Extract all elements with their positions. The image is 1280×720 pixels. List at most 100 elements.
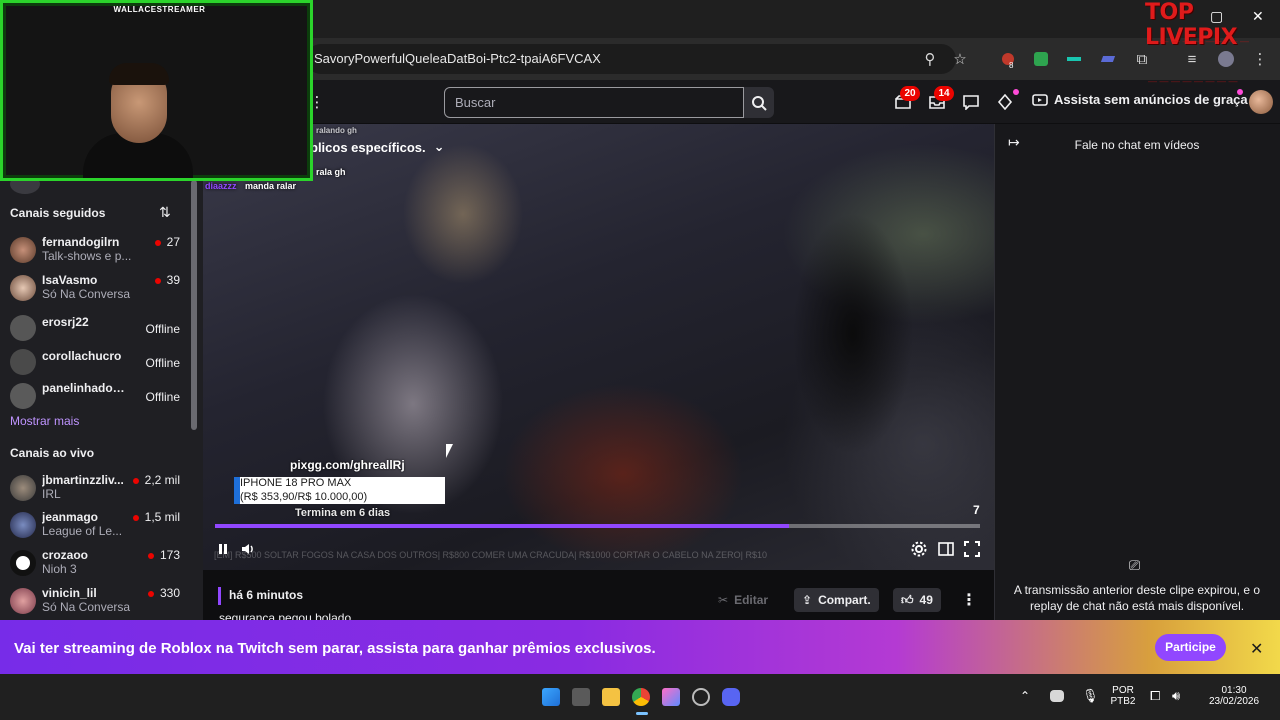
sidebar-item-jeanmago[interactable]: jeanmago League of Le... 1,5 mil: [10, 510, 190, 542]
webcam-overlay: WALLACESTREAMER: [0, 0, 313, 181]
viewer-count: 39: [154, 273, 180, 287]
like-button[interactable]: 👍︎ 49: [893, 588, 941, 612]
discord-icon[interactable]: [722, 688, 740, 706]
settings-button[interactable]: [910, 540, 928, 558]
profile-icon[interactable]: [1216, 49, 1236, 69]
followed-channels-heading: Canais seguidos: [10, 206, 106, 220]
player-counter: 7: [973, 503, 980, 517]
tray-chevron-up-icon[interactable]: ⌃: [1020, 689, 1030, 703]
offline-status: Offline: [145, 356, 180, 370]
pix-goal-deadline: Termina em 6 dias: [295, 507, 391, 519]
search-input[interactable]: Buscar: [444, 87, 744, 118]
avatar: [10, 275, 36, 301]
extension-blue-icon[interactable]: [1098, 49, 1118, 69]
sidebar-item-jbmartinzz[interactable]: jbmartinzzliv... IRL 2,2 mil: [10, 473, 190, 505]
browser-menu-icon[interactable]: ⋮: [1250, 49, 1270, 69]
channel-name: crozaoo: [42, 548, 89, 562]
edit-button[interactable]: ✂ Editar: [710, 588, 776, 612]
sidebar-item-erosrj22[interactable]: erosrj22 Offline: [10, 313, 190, 345]
channel-name: jeanmago: [42, 510, 99, 524]
notifications-badge: 20: [900, 86, 920, 101]
zoom-icon[interactable]: ⚲: [920, 49, 940, 69]
windows-start-icon[interactable]: [542, 688, 560, 706]
sidebar-item-vinicin-lil[interactable]: vinicin_lil Só Na Conversa 330: [10, 586, 190, 618]
ad-free-dot: [1237, 89, 1243, 95]
keyboard-language[interactable]: POR PTB2: [1108, 685, 1138, 707]
avatar: [10, 349, 36, 375]
video-progress-bar[interactable]: [215, 524, 980, 528]
accent-bar: [218, 587, 221, 605]
offline-status: Offline: [145, 322, 180, 336]
viewer-count: 2,2 mil: [132, 473, 180, 487]
microphone-icon[interactable]: 🎙︎: [1082, 688, 1099, 704]
chrome-taskbar-icon[interactable]: [632, 688, 650, 706]
participate-button[interactable]: Participe: [1155, 634, 1226, 661]
address-bar-url: SavoryPowerfulQueleaDatBoi-Ptc2-tpaiA6FV…: [314, 51, 601, 66]
clock[interactable]: 01:30 23/02/2026: [1198, 685, 1270, 707]
crown-diamond-icon[interactable]: [994, 92, 1016, 112]
extension-red-icon[interactable]: [998, 49, 1018, 69]
theatre-mode-button[interactable]: [937, 540, 955, 558]
mouse-cursor-icon: [446, 444, 453, 458]
reading-list-icon[interactable]: ≡: [1182, 49, 1202, 69]
sidebar-item-crozaoo[interactable]: crozaoo Nioh 3 173: [10, 548, 190, 580]
ad-free-button[interactable]: Assista sem anúncios de graça: [1032, 92, 1248, 107]
chat-overlay-line: rala gh: [316, 167, 346, 177]
audience-filter-dropdown[interactable]: blicos específicos. ⌄: [310, 139, 445, 155]
chat-overlay-message: diaazzz manda ralar: [205, 181, 297, 191]
sort-arrows-icon[interactable]: ⇅: [159, 204, 171, 221]
channel-category: Só Na Conversa: [42, 287, 131, 301]
task-view-icon[interactable]: [572, 688, 590, 706]
sidebar-item-fernandogilrn[interactable]: fernandogilrn Talk-shows e p... 27: [10, 235, 190, 267]
file-explorer-icon[interactable]: [602, 688, 620, 706]
close-icon[interactable]: ✕: [1250, 639, 1263, 659]
viewer-count: 173: [147, 548, 180, 562]
show-more-link[interactable]: Mostrar mais: [10, 414, 79, 428]
user-avatar[interactable]: [1249, 90, 1273, 114]
chat-overlay-user: diaazzz: [205, 181, 237, 191]
sidebar-scrollbar[interactable]: [191, 180, 197, 430]
whispers-icon[interactable]: [960, 92, 982, 112]
more-vertical-icon: ⋮: [961, 592, 977, 609]
share-button[interactable]: ⇪ Compart.: [794, 588, 879, 612]
channel-name: erosrj22: [42, 315, 89, 329]
extension-green-icon[interactable]: [1031, 49, 1051, 69]
tv-icon: [1032, 93, 1048, 106]
live-indicator: [154, 239, 161, 246]
channel-category: Só Na Conversa: [42, 600, 131, 614]
donation-ticker: [EM] R$500 SOLTAR FOGOS NA CASA DOS OUTR…: [214, 550, 767, 560]
speaker-icon[interactable]: 🔊︎: [1172, 688, 1180, 704]
more-options-button[interactable]: ⋮: [953, 588, 985, 612]
copilot-icon[interactable]: [662, 688, 680, 706]
sidebar-item-panelinhadosa[interactable]: panelinhadosa... Offline: [10, 381, 190, 413]
channel-name: panelinhadosa...: [42, 381, 130, 395]
sidebar-item-corollachucro[interactable]: corollachucro Offline: [10, 347, 190, 379]
audience-filter-label: blicos específicos.: [310, 139, 426, 155]
fullscreen-button[interactable]: [963, 540, 981, 558]
chat-expired-message: A transmissão anterior deste clipe expir…: [1013, 583, 1261, 613]
channel-name: corollachucro: [42, 349, 122, 363]
avatar: [10, 237, 36, 263]
search-button[interactable]: [744, 87, 774, 118]
channel-category: Talk-shows e p...: [42, 249, 132, 263]
bookmark-star-icon[interactable]: ☆: [950, 49, 970, 69]
viewer-count: 330: [147, 586, 180, 600]
avatar: [10, 315, 36, 341]
clip-time-ago: há 6 minutos: [229, 588, 304, 602]
livepix-faint-line: — — — — — — — —: [1148, 76, 1238, 86]
pause-icon: [219, 544, 227, 554]
volume-button[interactable]: [240, 540, 258, 558]
tray-cloud-icon[interactable]: [1050, 690, 1064, 702]
viewer-count: 1,5 mil: [132, 510, 180, 524]
extension-teal-icon[interactable]: [1064, 49, 1084, 69]
live-indicator: [132, 514, 139, 521]
volume-icon: [242, 544, 253, 554]
avatar: [10, 383, 36, 409]
channel-category: Nioh 3: [42, 562, 77, 576]
sidebar-item-isavasmo[interactable]: IsaVasmo Só Na Conversa 39: [10, 273, 190, 305]
pause-button[interactable]: [214, 540, 232, 558]
extensions-puzzle-icon[interactable]: ⧉: [1132, 49, 1152, 69]
steam-icon[interactable]: [692, 688, 710, 706]
network-icon[interactable]: ⧠: [1150, 688, 1160, 704]
channel-name: fernandogilrn: [42, 235, 120, 249]
